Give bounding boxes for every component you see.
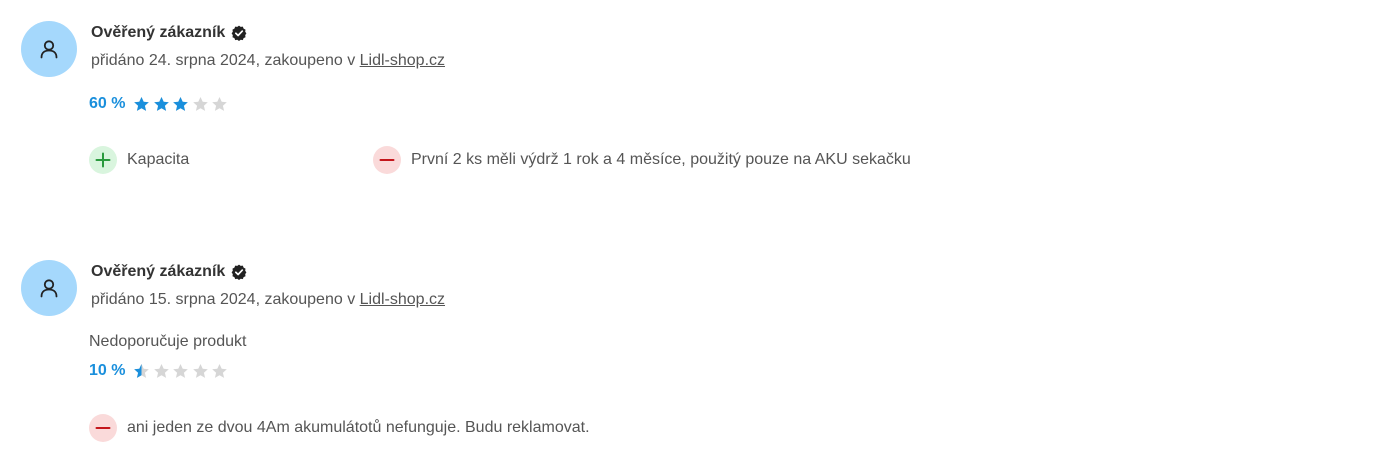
rating-stars: [133, 363, 231, 380]
shop-link[interactable]: Lidl-shop.cz: [360, 291, 445, 308]
review-date: přidáno 15. srpna 2024, zakoupeno v: [91, 291, 360, 308]
minus-icon: [89, 414, 117, 442]
shop-link[interactable]: Lidl-shop.cz: [360, 52, 445, 69]
plus-icon: [89, 146, 117, 174]
review-date: přidáno 24. srpna 2024, zakoupeno v: [91, 52, 360, 69]
author-name: Ověřený zákazník: [91, 24, 247, 42]
review-meta: přidáno 15. srpna 2024, zakoupeno v Lidl…: [91, 291, 445, 309]
star-icon: [134, 96, 150, 111]
star-icon: [173, 363, 189, 378]
author-name-label: Ověřený zákazník: [91, 263, 226, 280]
pro-text: Kapacita: [127, 151, 190, 168]
avatar: [21, 21, 77, 77]
recommendation-text: Nedoporučuje produkt: [89, 333, 247, 350]
avatar: [21, 260, 77, 316]
con-item: První 2 ks měli výdrž 1 rok a 4 měsíce, …: [373, 146, 911, 174]
con-text: První 2 ks měli výdrž 1 rok a 4 měsíce, …: [411, 151, 911, 168]
author-name-label: Ověřený zákazník: [91, 24, 226, 41]
con-text: ani jeden ze dvou 4Am akumulátotů nefung…: [127, 419, 590, 436]
con-item: ani jeden ze dvou 4Am akumulátotů nefung…: [89, 414, 590, 442]
verified-check-icon: [231, 264, 247, 280]
rating-row: 60 %: [89, 94, 231, 114]
author-name: Ověřený zákazník: [91, 263, 247, 281]
user-icon: [40, 40, 58, 59]
verified-check-icon: [231, 25, 247, 41]
star-icon: [154, 363, 169, 378]
minus-icon: [373, 146, 401, 174]
star-icon: [173, 96, 189, 111]
star-icon: [134, 363, 150, 378]
star-icon: [212, 96, 228, 111]
star-icon: [212, 363, 228, 378]
review-meta: přidáno 24. srpna 2024, zakoupeno v Lidl…: [91, 52, 445, 70]
rating-percent: 60 %: [89, 95, 126, 112]
rating-percent: 10 %: [89, 362, 126, 379]
pro-item: Kapacita: [89, 146, 189, 174]
star-icon: [193, 363, 208, 378]
rating-row: 10 %: [89, 361, 231, 381]
star-icon: [154, 96, 169, 111]
star-icon: [193, 96, 208, 111]
user-icon: [40, 279, 58, 298]
rating-stars: [133, 96, 231, 113]
